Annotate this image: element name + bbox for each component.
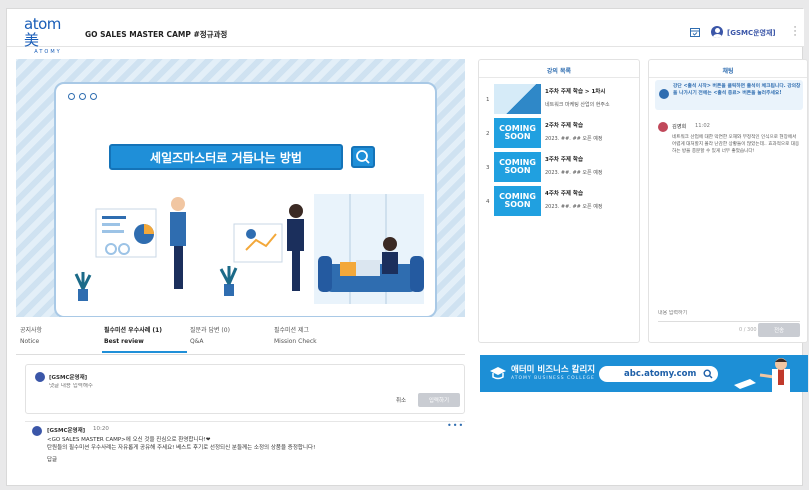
atomy-logo[interactable]: atom美 ATOMY — [24, 16, 72, 55]
calendar-icon[interactable] — [690, 27, 700, 37]
chat-char-count: 0 / 300 — [739, 327, 757, 333]
user-avatar[interactable] — [711, 26, 723, 38]
chat-title: 채팅 — [722, 68, 734, 75]
lecture-number: 2 — [486, 131, 490, 137]
post-text-line: <GO SALES MASTER CAMP>에 오신 것을 진심으로 환영합니다… — [47, 437, 211, 443]
graduation-cap-icon — [490, 367, 506, 380]
video-player[interactable]: 세일즈마스터로 거듭나는 방법 — [16, 59, 465, 317]
divider — [649, 77, 807, 78]
tab-label: 필수미션 제그 — [274, 327, 310, 334]
comment-input[interactable] — [49, 383, 449, 389]
lecture-title: 2주차 주제 학습 — [545, 123, 584, 129]
search-icon — [703, 369, 713, 379]
lecture-thumbnail — [494, 84, 541, 114]
lecture-subtitle: 2023. ##. ## 오픈 예정 — [545, 204, 603, 210]
office-illustration — [74, 194, 424, 304]
tab-sub: Notice — [20, 338, 40, 345]
cancel-button[interactable]: 취소 — [396, 396, 406, 404]
business-college-banner[interactable]: 애터미 비즈니스 칼리지 ATOMY BUSINESS COLLEGE abc.… — [480, 355, 808, 392]
tab-label: 필수미션 우수사례 (1) — [104, 327, 162, 334]
active-tab-indicator — [102, 351, 187, 353]
banner-url: abc.atomy.com — [599, 366, 718, 382]
tab-label: 질문과 답변 (0) — [190, 327, 230, 334]
lecture-number: 1 — [486, 97, 490, 103]
chat-input[interactable] — [658, 310, 768, 316]
comment-avatar — [35, 372, 45, 382]
page-title: GO SALES MASTER CAMP #정규과정 — [85, 30, 228, 39]
post-avatar — [32, 426, 42, 436]
lecture-title: 4주차 주제 학습 — [545, 191, 584, 197]
chat-time: 11:02 — [695, 123, 710, 129]
lecture-item[interactable]: 2 COMING SOON 2주차 주제 학습 2023. ##. ## 오픈 … — [479, 118, 639, 150]
post-username: [GSMC운영재] — [47, 428, 86, 434]
send-button[interactable]: 전송 — [758, 323, 800, 337]
lecture-number: 3 — [486, 165, 490, 171]
chat-notice-text: 강단 <출석 시작> 버튼을 클릭하면 출석이 체크됩니다. 강의창을 나가시기… — [673, 84, 801, 96]
lecture-item[interactable]: 1 1주차 주제 학습 > 1차시 네트워크 마케팅 산업의 현주소 — [479, 84, 639, 116]
lecture-thumbnail: COMING SOON — [494, 152, 541, 182]
banner-subtitle: ATOMY BUSINESS COLLEGE — [511, 376, 595, 381]
reply-link[interactable]: 답글 — [47, 455, 57, 463]
submit-comment-button[interactable]: 입력하기 — [418, 393, 460, 407]
chat-input-underline — [658, 321, 800, 322]
lecture-thumbnail: COMING SOON — [494, 118, 541, 148]
lecture-subtitle: 네트워크 마케팅 산업의 현주소 — [545, 102, 610, 108]
lecture-subtitle: 2023. ##. ## 오픈 예정 — [545, 170, 603, 176]
comment-form: [GSMC운영재] 취소 입력하기 — [25, 364, 465, 414]
more-menu-icon[interactable]: · · · — [792, 24, 798, 41]
chat-panel: 채팅 강단 <출석 시작> 버튼을 클릭하면 출석이 체크됩니다. 강의창을 나… — [648, 59, 808, 343]
divider — [479, 77, 639, 78]
header: atom美 ATOMY GO SALES MASTER CAMP #정규과정 [… — [7, 9, 804, 55]
lecture-thumbnail: COMING SOON — [494, 186, 541, 216]
tab-qna[interactable]: 질문과 답변 (0) Q&A — [190, 325, 230, 347]
username[interactable]: [GSMC운영재] — [727, 28, 776, 38]
tab-sub: Mission Check — [274, 338, 317, 345]
tab-best-review[interactable]: 필수미션 우수사례 (1) Best review — [104, 325, 162, 347]
app-frame: atom美 ATOMY GO SALES MASTER CAMP #정규과정 [… — [6, 8, 808, 486]
tab-sub: Best review — [104, 338, 144, 345]
chat-notice: 강단 <출석 시작> 버튼을 클릭하면 출석이 체크됩니다. 강의창을 나가시기… — [655, 80, 803, 110]
megaphone-icon — [659, 89, 669, 99]
banner-title: 애터미 비즈니스 칼리지 — [511, 365, 596, 375]
tab-sub: Q&A — [190, 338, 204, 345]
lecture-subtitle: 2023. ##. ## 오픈 예정 — [545, 136, 603, 142]
post-more-icon[interactable]: ••• — [447, 421, 464, 430]
lecture-item[interactable]: 3 COMING SOON 3주차 주제 학습 2023. ##. ## 오픈 … — [479, 152, 639, 184]
video-illustration-window: 세일즈마스터로 거듭나는 방법 — [54, 82, 437, 317]
post-text-line: 탄원들의 필수미션 우수사례는 자유롭게 공유해 주세요! 베스트 후기로 선정… — [47, 445, 316, 451]
chat-message: 네트워크 산업에 대한 막연한 오해와 부정적인 인식으로 현장에서 어렵게 대… — [672, 135, 800, 155]
tab-label: 공지사항 — [20, 327, 43, 334]
divider — [25, 421, 465, 422]
logo-sub: ATOMY — [34, 49, 62, 55]
post-time: 10:20 — [93, 426, 109, 432]
chat-avatar — [658, 122, 668, 132]
presenter-illustration — [734, 358, 790, 392]
tab-mission-check[interactable]: 필수미션 제그 Mission Check — [274, 325, 317, 347]
lecture-list-panel: 강의 목록 1 1주차 주제 학습 > 1차시 네트워크 마케팅 산업의 현주소… — [478, 59, 640, 343]
chat-username: 김영희 — [672, 124, 687, 130]
comment-username: [GSMC운영재] — [49, 375, 88, 381]
tab-notice[interactable]: 공지사항 Notice — [20, 325, 42, 347]
logo-text: atom美 — [24, 15, 61, 49]
tab-bar: 공지사항 Notice 필수미션 우수사례 (1) Best review 질문… — [16, 321, 465, 355]
lecture-title: 3주차 주제 학습 — [545, 157, 584, 163]
lecture-item[interactable]: 4 COMING SOON 4주차 주제 학습 2023. ##. ## 오픈 … — [479, 186, 639, 218]
lecture-list-title: 강의 목록 — [546, 68, 572, 75]
lecture-number: 4 — [486, 199, 490, 205]
lecture-title: 1주차 주제 학습 > 1차시 — [545, 89, 606, 95]
